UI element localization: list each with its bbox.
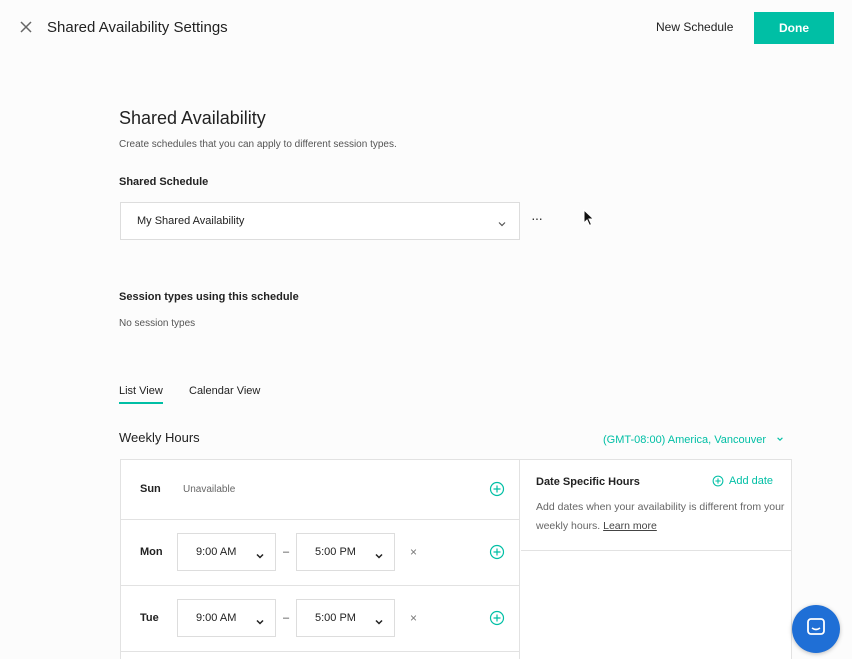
- day-row-mon: Mon 9:00 AM – 5:00 PM ×: [121, 520, 520, 586]
- day-name: Sun: [140, 483, 161, 495]
- day-name: Mon: [140, 546, 163, 558]
- timezone-value: (GMT-08:00) America, Vancouver: [603, 434, 767, 446]
- start-time-select[interactable]: 9:00 AM: [177, 599, 276, 637]
- date-specific-description: Add dates when your availability is diff…: [536, 498, 786, 536]
- new-schedule-button[interactable]: New Schedule: [656, 20, 733, 34]
- date-specific-title: Date Specific Hours: [536, 476, 640, 488]
- shared-schedule-select[interactable]: My Shared Availability: [120, 202, 520, 240]
- start-time-value: 9:00 AM: [196, 612, 237, 624]
- done-button[interactable]: Done: [754, 12, 834, 44]
- add-circle-icon[interactable]: [489, 481, 505, 497]
- day-name: Tue: [140, 612, 159, 624]
- remove-icon[interactable]: ×: [410, 611, 417, 625]
- day-row-sun: Sun Unavailable: [121, 460, 520, 520]
- chat-button[interactable]: [792, 605, 840, 653]
- session-types-value: No session types: [119, 318, 196, 329]
- weekly-days: Sun Unavailable Mon 9:00 AM – 5:00 PM × …: [121, 460, 520, 659]
- chevron-down-icon: [497, 216, 507, 234]
- end-time-select[interactable]: 5:00 PM: [296, 599, 395, 637]
- shared-schedule-value: My Shared Availability: [137, 215, 245, 227]
- more-options-button[interactable]: ···: [531, 210, 543, 226]
- day-row-tue: Tue 9:00 AM – 5:00 PM ×: [121, 586, 520, 652]
- time-separator: –: [283, 612, 290, 624]
- add-circle-icon: [712, 475, 724, 487]
- timezone-select[interactable]: (GMT-08:00) America, Vancouver: [603, 434, 784, 446]
- tab-list-view[interactable]: List View: [119, 385, 163, 404]
- add-circle-icon[interactable]: [489, 544, 505, 560]
- session-types-label: Session types using this schedule: [119, 291, 299, 303]
- chevron-down-icon: [374, 614, 384, 632]
- section-description: Create schedules that you can apply to d…: [119, 139, 397, 150]
- chevron-down-icon: [255, 614, 265, 632]
- remove-icon[interactable]: ×: [410, 545, 417, 559]
- date-specific-text: Add dates when your availability is diff…: [536, 501, 785, 532]
- start-time-select[interactable]: 9:00 AM: [177, 533, 276, 571]
- shared-schedule-label: Shared Schedule: [119, 176, 209, 188]
- chat-icon: [805, 616, 827, 643]
- top-bar: Shared Availability Settings New Schedul…: [0, 0, 852, 56]
- availability-grid: Sun Unavailable Mon 9:00 AM – 5:00 PM × …: [120, 459, 792, 659]
- add-date-label: Add date: [729, 475, 774, 487]
- page-title: Shared Availability Settings: [47, 19, 228, 36]
- section-title: Shared Availability: [119, 108, 266, 128]
- start-time-value: 9:00 AM: [196, 546, 237, 558]
- time-separator: –: [283, 546, 290, 558]
- date-specific-hours-panel: Date Specific Hours Add date Add dates w…: [521, 460, 792, 551]
- tab-calendar-view[interactable]: Calendar View: [189, 385, 260, 397]
- end-time-value: 5:00 PM: [315, 546, 356, 558]
- day-status: Unavailable: [183, 484, 236, 495]
- add-date-button[interactable]: Add date: [712, 475, 773, 487]
- cursor-icon: [583, 208, 595, 232]
- add-circle-icon[interactable]: [489, 610, 505, 626]
- chevron-down-icon: [255, 548, 265, 566]
- close-icon[interactable]: [18, 19, 34, 35]
- chevron-down-icon: [776, 434, 784, 446]
- weekly-hours-title: Weekly Hours: [119, 430, 200, 445]
- end-time-select[interactable]: 5:00 PM: [296, 533, 395, 571]
- end-time-value: 5:00 PM: [315, 612, 356, 624]
- chevron-down-icon: [374, 548, 384, 566]
- learn-more-link[interactable]: Learn more: [603, 520, 657, 532]
